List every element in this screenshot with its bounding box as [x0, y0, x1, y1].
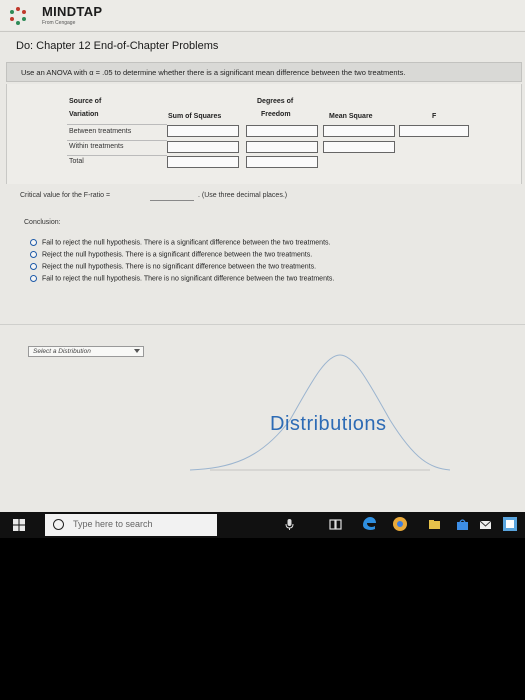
anova-table-panel: Source of Variation Sum of Squares Degre… [6, 84, 522, 184]
ss-total-input[interactable] [167, 156, 239, 168]
header-sum-of-squares: Sum of Squares [168, 113, 222, 120]
microphone-icon[interactable] [283, 518, 296, 531]
header-source-line1: Source of [69, 98, 102, 105]
brand-subtitle: From Cengage [42, 20, 76, 26]
section-divider [0, 324, 525, 325]
instruction-text: Use an ANOVA with α = .05 to determine w… [21, 68, 406, 77]
table-rule [67, 140, 167, 141]
mindtap-header: MINDTAP From Cengage [0, 0, 525, 30]
df-within-input[interactable] [246, 141, 318, 153]
browser-screen: MINDTAP From Cengage Do: Chapter 12 End-… [0, 0, 525, 538]
radio-icon[interactable] [30, 263, 37, 270]
option-text: Fail to reject the null hypothesis. Ther… [42, 275, 335, 283]
critical-value-note: . (Use three decimal places.) [198, 192, 288, 199]
header-df-line1: Degrees of [257, 98, 294, 105]
table-rule [67, 124, 167, 125]
instruction-bar: Use an ANOVA with α = .05 to determine w… [6, 62, 522, 82]
option-text: Fail to reject the null hypothesis. Ther… [42, 239, 331, 247]
ms-within-input[interactable] [323, 141, 395, 153]
brand-name: MINDTAP [42, 4, 103, 19]
df-between-input[interactable] [246, 125, 318, 137]
conclusion-label: Conclusion: [24, 219, 61, 226]
distribution-select-label: Select a Distribution [33, 348, 91, 355]
critical-value-input[interactable] [150, 200, 194, 201]
header-df-line2: Freedom [261, 111, 291, 118]
page-title: Do: Chapter 12 End-of-Chapter Problems [16, 40, 219, 52]
critical-value-label: Critical value for the F-ratio = [20, 192, 111, 199]
windows-taskbar: Type here to search [0, 512, 525, 538]
mail-icon[interactable] [479, 518, 492, 531]
mindtap-logo-icon [10, 7, 26, 25]
notes-app-icon[interactable] [502, 516, 518, 532]
row-label-total: Total [69, 158, 84, 165]
header-divider [0, 31, 525, 32]
cortana-icon [53, 519, 64, 530]
row-label-between: Between treatments [69, 128, 132, 135]
header-f: F [432, 113, 437, 120]
store-icon[interactable] [456, 518, 469, 531]
windows-start-icon[interactable] [13, 519, 25, 531]
radio-icon[interactable] [30, 239, 37, 246]
conclusion-option-1[interactable]: Fail to reject the null hypothesis. Ther… [30, 239, 330, 246]
df-total-input[interactable] [246, 156, 318, 168]
task-view-icon[interactable] [329, 518, 342, 531]
taskbar-search[interactable]: Type here to search [45, 514, 217, 536]
distributions-label: Distributions [270, 413, 387, 435]
chrome-browser-icon[interactable] [392, 516, 408, 532]
conclusion-option-3[interactable]: Reject the null hypothesis. There is no … [30, 263, 316, 270]
ms-between-input[interactable] [323, 125, 395, 137]
radio-icon[interactable] [30, 275, 37, 282]
option-text: Reject the null hypothesis. There is no … [42, 263, 317, 271]
header-source-line2: Variation [69, 111, 99, 118]
ss-between-input[interactable] [167, 125, 239, 137]
search-placeholder: Type here to search [73, 519, 153, 529]
radio-icon[interactable] [30, 251, 37, 258]
distribution-select[interactable]: Select a Distribution [28, 346, 144, 357]
conclusion-option-2[interactable]: Reject the null hypothesis. There is a s… [30, 251, 312, 258]
table-rule [67, 155, 167, 156]
edge-browser-icon[interactable] [361, 516, 377, 532]
ss-within-input[interactable] [167, 141, 239, 153]
conclusion-option-4[interactable]: Fail to reject the null hypothesis. Ther… [30, 275, 334, 282]
header-mean-square: Mean Square [329, 113, 373, 120]
chevron-down-icon [134, 349, 140, 353]
option-text: Reject the null hypothesis. There is a s… [42, 251, 313, 259]
file-explorer-icon[interactable] [428, 518, 441, 531]
f-ratio-input[interactable] [399, 125, 469, 137]
row-label-within: Within treatments [69, 143, 124, 150]
